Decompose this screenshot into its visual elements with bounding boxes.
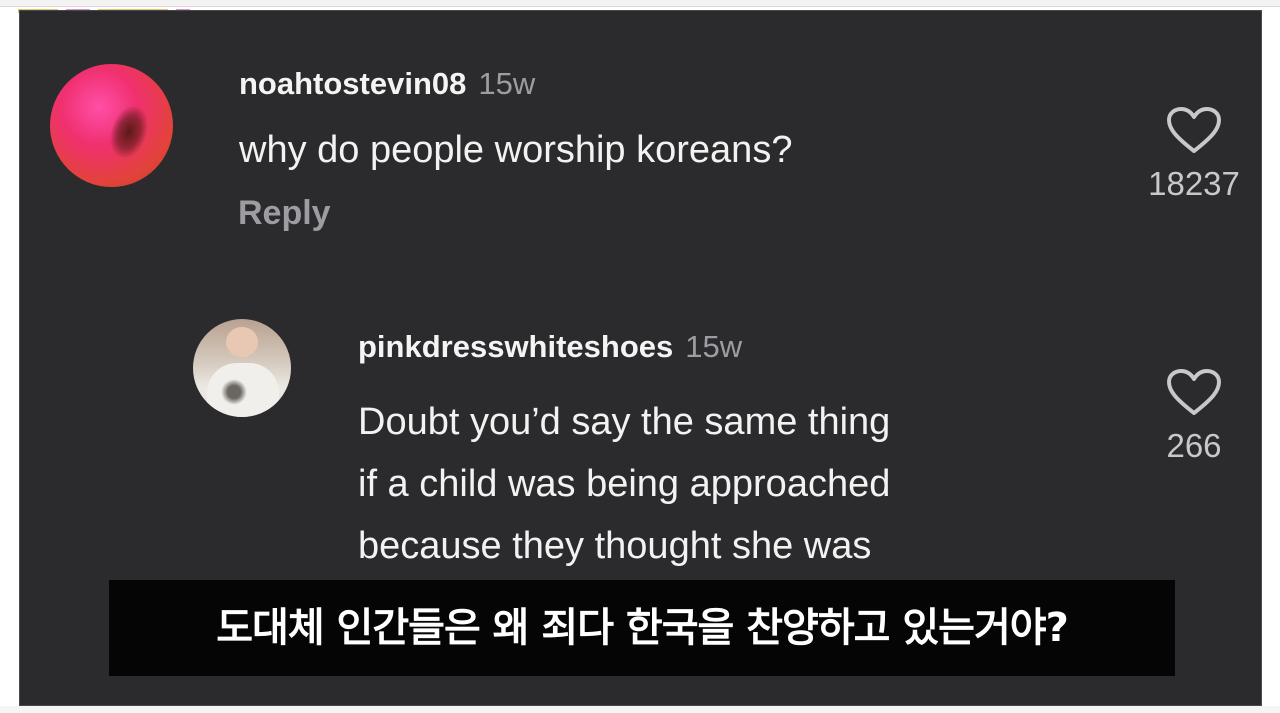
top-edge-fragment	[18, 0, 238, 13]
username[interactable]: noahtostevin08	[239, 66, 466, 101]
comment-header: pinkdresswhiteshoes 15w	[358, 329, 742, 365]
subtitle-caption: 도대체 인간들은 왜 죄다 한국을 찬양하고 있는거야?	[109, 580, 1175, 676]
heart-outline-icon	[1167, 107, 1221, 153]
comment-text: Doubt you’d say the same thing if a chil…	[358, 391, 890, 577]
comment-text-line: because they thought she was	[358, 525, 872, 567]
top-edge-strip	[0, 0, 1280, 13]
avatar[interactable]	[50, 64, 173, 187]
bottom-edge-strip	[0, 706, 1280, 713]
comment-text-line: if a child was being approached	[358, 463, 891, 505]
avatar[interactable]	[193, 319, 291, 417]
like-count: 266	[1166, 427, 1222, 464]
comments-panel: noahtostevin08 15w why do people worship …	[19, 10, 1262, 706]
comment-header: noahtostevin08 15w	[239, 66, 535, 102]
reply-button[interactable]: Reply	[238, 194, 331, 233]
comment-text: why do people worship koreans?	[239, 129, 793, 171]
like-button[interactable]: 266	[1134, 369, 1254, 465]
comment-text-line: Doubt you’d say the same thing	[358, 401, 891, 443]
comment-time: 15w	[478, 66, 536, 101]
heart-outline-icon	[1167, 369, 1221, 415]
like-button[interactable]: 18237	[1134, 107, 1254, 203]
comment-time: 15w	[685, 329, 743, 364]
like-count: 18237	[1148, 165, 1240, 202]
username[interactable]: pinkdresswhiteshoes	[358, 329, 673, 364]
